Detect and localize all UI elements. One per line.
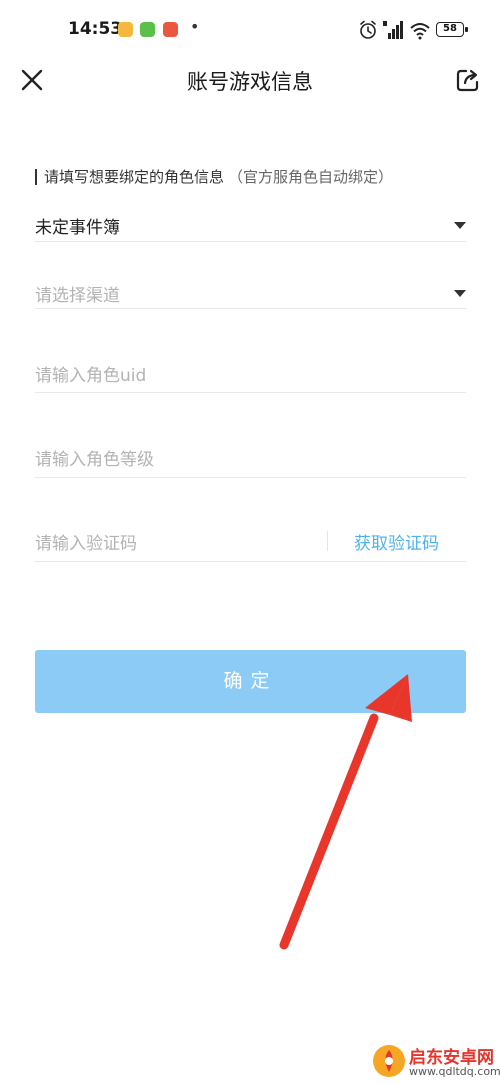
page-title: 账号游戏信息 (187, 70, 313, 94)
battery-level: 58 (443, 23, 457, 34)
wifi-icon (410, 23, 430, 40)
uid-input-placeholder: 请输入角色uid (35, 366, 147, 386)
game-select[interactable]: 未定事件簿 (35, 205, 466, 242)
channel-select[interactable]: 请选择渠道 (35, 273, 466, 309)
battery-nub (465, 27, 468, 32)
code-divider (327, 531, 328, 551)
code-input-placeholder: 请输入验证码 (35, 534, 137, 554)
get-code-button[interactable]: 获取验证码 (354, 529, 439, 554)
watermark-logo-icon (373, 1045, 405, 1077)
section-bar (35, 168, 37, 185)
news-app-icon (163, 22, 178, 37)
section-label: 请填写想要绑定的角色信息 （官方服角色自动绑定） (35, 166, 393, 187)
dropdown-arrow-icon[interactable] (454, 222, 466, 229)
status-dot: • (190, 17, 200, 36)
channel-select-placeholder: 请选择渠道 (35, 286, 120, 306)
level-input[interactable]: 请输入角色等级 (35, 437, 466, 478)
alarm-icon (360, 20, 376, 39)
status-bar: 14:53 • 58 (0, 0, 500, 58)
notes-app-icon (118, 22, 133, 37)
signal-icon (383, 21, 403, 39)
game-select-value: 未定事件簿 (35, 218, 120, 238)
section-label-text: 请填写想要绑定的角色信息 (44, 168, 225, 186)
watermark: 启东安卓网 www.qdltdq.com (372, 1040, 500, 1084)
status-time: 14:53 (68, 19, 123, 39)
nav-bar: 账号游戏信息 (0, 58, 500, 102)
section-note: （官方服角色自动绑定） (228, 168, 394, 186)
level-input-placeholder: 请输入角色等级 (35, 450, 154, 470)
annotation-arrow (279, 674, 412, 950)
uid-input[interactable]: 请输入角色uid (35, 353, 466, 393)
battery-icon: 58 (436, 22, 468, 37)
download-app-icon (140, 22, 155, 37)
dropdown-arrow-icon[interactable] (454, 290, 466, 297)
watermark-url: www.qdltdq.com (409, 1065, 500, 1078)
code-input[interactable]: 请输入验证码 获取验证码 (35, 521, 466, 562)
share-icon[interactable] (453, 65, 483, 95)
